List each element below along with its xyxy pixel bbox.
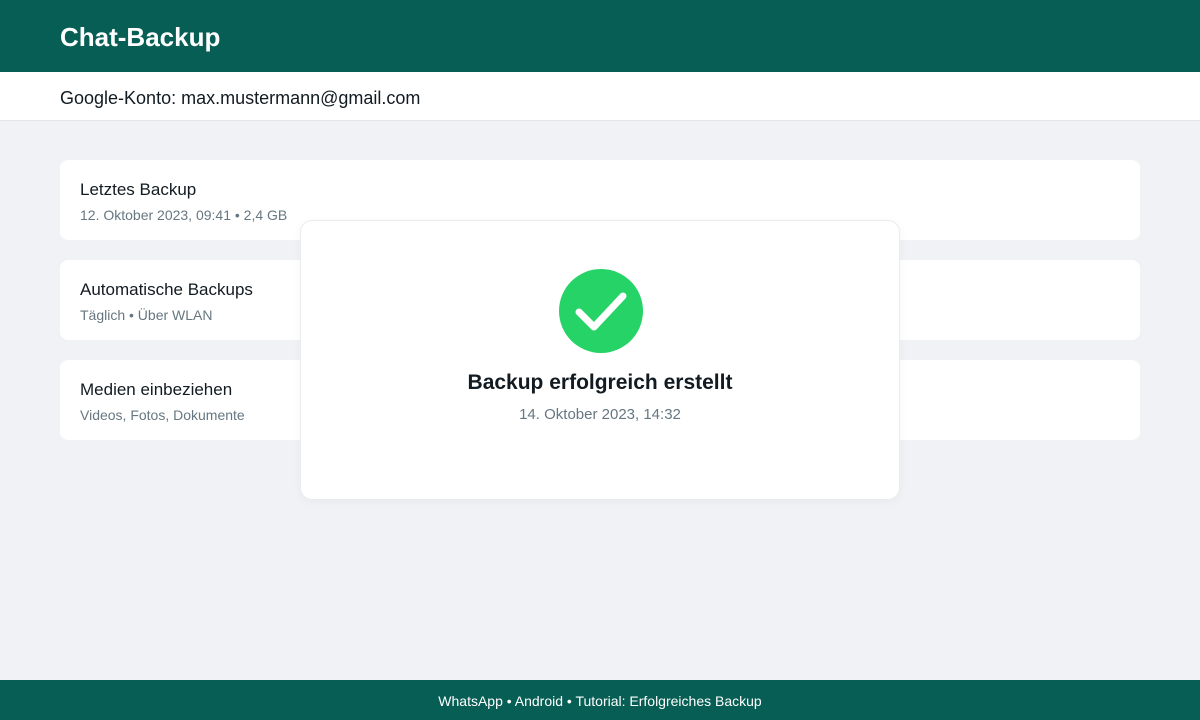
auto-backup-title: Automatische Backups <box>80 280 253 299</box>
include-media-details: Videos, Fotos, Dokumente <box>80 407 245 423</box>
google-account-label: Google-Konto: max.mustermann@gmail.com <box>60 88 421 108</box>
app-header: Chat-Backup <box>0 0 1200 72</box>
footer-caption: WhatsApp • Android • Tutorial: Erfolgrei… <box>438 693 762 709</box>
footer-bar: WhatsApp • Android • Tutorial: Erfolgrei… <box>0 680 1200 720</box>
last-backup-details: 12. Oktober 2023, 09:41 • 2,4 GB <box>80 207 288 223</box>
dialog-timestamp: 14. Oktober 2023, 14:32 <box>519 406 681 423</box>
checkmark-circle-icon <box>559 269 643 353</box>
account-bar: Google-Konto: max.mustermann@gmail.com <box>0 72 1200 121</box>
last-backup-title: Letztes Backup <box>80 180 197 199</box>
include-media-title: Medien einbeziehen <box>80 380 233 399</box>
page-title: Chat-Backup <box>60 22 221 52</box>
auto-backup-details: Täglich • Über WLAN <box>80 307 213 323</box>
dialog-title: Backup erfolgreich erstellt <box>467 371 733 394</box>
backup-success-dialog: Backup erfolgreich erstellt 14. Oktober … <box>300 220 900 500</box>
